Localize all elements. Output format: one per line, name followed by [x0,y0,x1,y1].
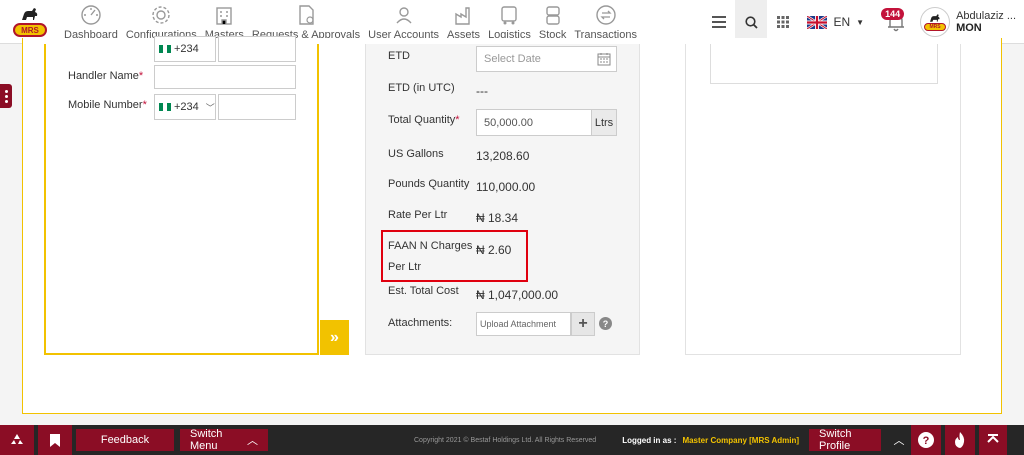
etd-utc-label: ETD (in UTC) [388,82,455,94]
upload-attachment-input[interactable]: Upload Attachment [476,312,571,336]
horse-icon [22,8,38,20]
horse-icon [930,14,940,22]
handler-name-input[interactable] [154,65,296,89]
mobile-number-input[interactable] [218,94,296,120]
left-form-panel: +234 Handler Name* Mobile Number* +234 ﹀ [44,36,319,355]
right-form-panel [685,44,961,355]
dot-icon [4,89,8,93]
est-total-cost-value: ₦ 1,047,000.00 [476,288,559,302]
pounds-quantity-label: Pounds Quantity [388,178,470,190]
exchange-icon [595,4,616,25]
etd-placeholder: Select Date [484,53,541,65]
side-drawer-toggle[interactable] [0,84,12,108]
plus-icon: + [578,315,588,332]
nigeria-flag-icon [159,103,171,111]
total-quantity-input[interactable]: 50,000.00 [476,109,592,136]
etd-date-input[interactable]: Select Date [476,46,617,72]
building-icon [216,6,233,25]
est-total-cost-label: Est. Total Cost [388,285,459,297]
footer-bar: Feedback Switch Menu ︿ Copyright 2021 © … [0,425,1024,455]
nav-logistics[interactable]: Logistics [484,0,535,44]
recycle-icon [11,434,23,444]
gear-icon [152,5,170,24]
bookmark-button[interactable] [38,425,72,455]
nav-dashboard[interactable]: Dashboard [60,0,122,44]
svg-text:?: ? [923,435,930,447]
user-role: MON [956,22,982,34]
fire-button[interactable] [945,425,976,455]
grid-icon [777,16,790,28]
expand-panel-button[interactable]: » [320,320,349,355]
nav-stock[interactable]: Stock [535,0,571,44]
switch-profile-button[interactable]: Switch Profile [809,428,882,452]
main-nav: Dashboard Configurations Masters Request… [60,0,641,44]
highlight-annotation-box [381,230,528,282]
etd-label: ETD [388,50,410,62]
total-quantity-label: Total Quantity* [388,114,460,126]
avatar-logo-text: MRS [924,23,947,31]
help-icon[interactable]: ? [599,317,612,330]
user-name: Abdulaziz ... [956,10,1016,22]
uk-flag-icon [807,15,828,29]
dashboard-icon [81,4,101,25]
caret-down-icon: ▼ [856,17,865,27]
mobile-number-label: Mobile Number* [68,99,147,111]
nigeria-flag-icon [159,45,171,53]
copyright-text: Copyright 2021 © Bestaf Holdings Ltd. Al… [414,436,597,444]
rate-per-ltr-value: ₦ 18.34 [476,211,519,225]
attachments-label: Attachments: [388,317,453,329]
dot-icon [4,99,8,103]
nav-user-accounts[interactable]: User Accounts [364,0,443,44]
nav-transactions[interactable]: Transactions [570,0,641,44]
phone-code-select[interactable]: +234 ﹀ [154,94,216,120]
dot-icon [4,94,8,98]
barrels-icon [545,5,560,25]
etd-utc-value: --- [476,84,488,98]
hamburger-icon [712,16,727,28]
double-chevron-right-icon: » [330,328,339,346]
help-button[interactable]: ? [911,425,942,455]
phone-code-select-top[interactable]: +234 [154,36,216,62]
phone-code-value: +234 [174,43,199,55]
rate-per-ltr-label: Rate Per Ltr [388,209,448,221]
logo-badge: MRS [13,23,47,37]
us-gallons-value: 13,208.60 [476,149,530,163]
handler-name-label: Handler Name* [68,70,144,82]
nav-assets[interactable]: Assets [443,0,484,44]
phone-number-input-top[interactable] [218,36,296,62]
chevron-up-icon: ︿ [893,435,905,447]
collapse-footer-button[interactable]: ︿ [887,425,912,455]
arrow-up-icon [987,434,999,443]
users-icon [396,6,412,23]
truck-icon [501,5,518,24]
pounds-quantity-value: 110,000.00 [476,180,536,194]
question-circle-icon: ? [918,432,935,448]
feedback-button[interactable]: Feedback [76,429,174,451]
chevron-up-icon: ︿ [247,435,258,447]
recycle-button[interactable] [0,425,34,455]
notification-count-badge: 144 [881,8,905,20]
search-icon [745,15,758,29]
factory-icon [454,6,470,25]
brand-logo[interactable]: MRS [0,0,60,44]
avatar: MRS [920,7,951,37]
fire-icon [955,432,965,448]
quantity-unit-addon: Ltrs [591,109,617,136]
bookmark-icon [50,433,60,447]
switch-menu-label: Switch Menu [190,428,223,452]
calendar-icon[interactable] [597,52,611,66]
right-panel-field[interactable] [710,44,938,84]
document-check-icon [299,4,314,25]
scroll-top-button[interactable] [979,425,1008,455]
add-attachment-button[interactable]: + [571,312,595,336]
us-gallons-label: US Gallons [388,148,444,160]
language-code: EN [833,15,851,29]
logged-in-info: Logged in as : Master Company [MRS Admin] [622,435,800,445]
middle-form-panel: ETD Select Date ETD (in UTC) --- Total Q… [365,44,640,355]
phone-code-value: +234 [174,101,199,113]
chevron-down-icon: ﹀ [205,102,215,113]
switch-menu-button[interactable]: Switch Menu ︿ [180,428,268,452]
